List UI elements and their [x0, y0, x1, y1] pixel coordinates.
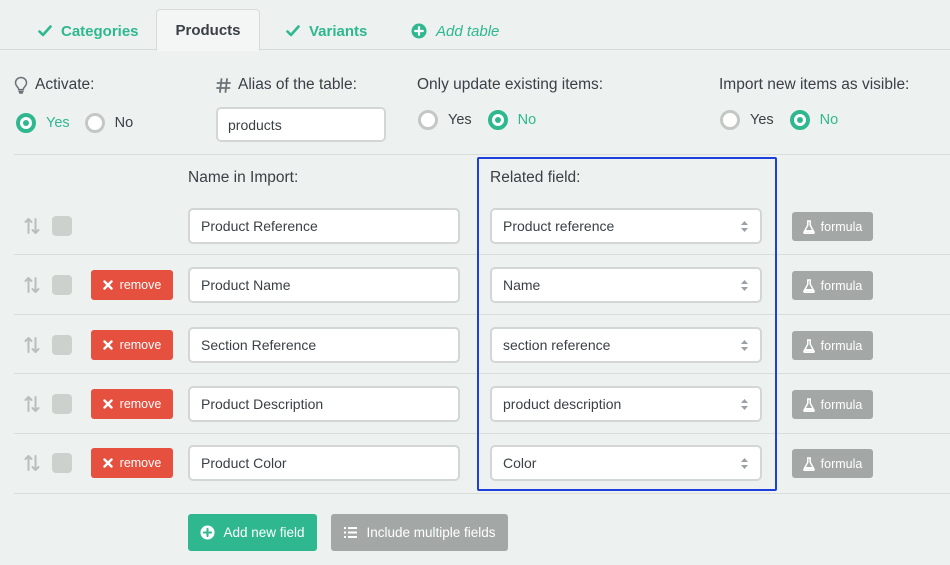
- field-row: Product Reference Product reference form…: [0, 206, 950, 266]
- name-in-import-input[interactable]: Section Reference: [188, 327, 460, 363]
- select-arrows-icon: [740, 339, 749, 352]
- row-checkbox[interactable]: [52, 275, 72, 295]
- name-in-import-input[interactable]: Product Reference: [188, 208, 460, 244]
- tab-label: Variants: [309, 22, 368, 40]
- tab-label: Categories: [61, 22, 139, 40]
- close-icon: [102, 280, 113, 290]
- field-row: remove Section Reference section referen…: [0, 325, 950, 385]
- add-new-field-button[interactable]: Add new field: [188, 514, 317, 551]
- flask-icon: [802, 456, 815, 471]
- related-field-select[interactable]: Product reference: [490, 208, 762, 244]
- close-icon: [102, 340, 113, 350]
- flask-icon: [802, 338, 815, 353]
- tab-categories[interactable]: Categories: [38, 12, 139, 50]
- alias-label: Alias of the table:: [216, 76, 357, 94]
- import-visible-no-label[interactable]: No: [820, 112, 839, 128]
- related-field-value: section reference: [503, 337, 611, 353]
- name-in-import-input[interactable]: Product Description: [188, 386, 460, 422]
- plus-circle-icon: [411, 23, 427, 39]
- related-field-select[interactable]: Color: [490, 445, 762, 481]
- import-visible-yes-label[interactable]: Yes: [750, 112, 774, 128]
- flask-icon: [802, 397, 815, 412]
- divider: [14, 314, 950, 315]
- formula-button[interactable]: formula: [792, 390, 873, 419]
- row-checkbox[interactable]: [52, 453, 72, 473]
- close-icon: [102, 458, 113, 468]
- tab-variants[interactable]: Variants: [286, 12, 367, 50]
- activate-yes-label[interactable]: Yes: [46, 115, 70, 131]
- tab-label: Add table: [436, 22, 500, 40]
- import-visible-yes-radio[interactable]: [720, 110, 740, 130]
- related-field-value: product description: [503, 396, 622, 412]
- remove-button[interactable]: remove: [91, 270, 173, 300]
- formula-button[interactable]: formula: [792, 449, 873, 478]
- only-update-yes-label[interactable]: Yes: [448, 112, 472, 128]
- select-arrows-icon: [740, 279, 749, 292]
- activate-no-label[interactable]: No: [115, 115, 134, 131]
- sort-icon[interactable]: [24, 217, 40, 235]
- check-icon: [38, 25, 52, 37]
- field-row: remove Product Name Name formula: [0, 265, 950, 325]
- activate-yes-radio[interactable]: [16, 113, 36, 133]
- check-icon: [286, 25, 300, 37]
- divider: [14, 254, 950, 255]
- import-visible-no-radio[interactable]: [789, 110, 810, 130]
- row-checkbox[interactable]: [52, 216, 72, 236]
- tab-add-table[interactable]: Add table: [411, 12, 499, 50]
- only-update-yes-radio[interactable]: [418, 110, 438, 130]
- remove-button[interactable]: remove: [91, 389, 173, 419]
- name-in-import-input[interactable]: Product Name: [188, 267, 460, 303]
- row-checkbox[interactable]: [52, 394, 72, 414]
- sort-icon[interactable]: [24, 336, 40, 354]
- divider: [14, 433, 950, 434]
- list-icon: [343, 526, 358, 539]
- flask-icon: [802, 219, 815, 234]
- related-field-header: Related field:: [490, 169, 581, 186]
- tab-label: Products: [175, 21, 241, 39]
- tab-bar: Categories Products Variants Add table: [0, 0, 950, 51]
- tab-products[interactable]: Products: [156, 9, 260, 51]
- import-visible-radio-group: Yes No: [720, 110, 838, 130]
- related-field-select[interactable]: Name: [490, 267, 762, 303]
- activate-no-radio[interactable]: [84, 113, 105, 133]
- remove-button[interactable]: remove: [91, 448, 173, 478]
- lightbulb-icon: [14, 76, 28, 94]
- sort-icon[interactable]: [24, 276, 40, 294]
- plus-circle-icon: [200, 525, 215, 540]
- flask-icon: [802, 278, 815, 293]
- hash-icon: [216, 77, 231, 93]
- only-update-no-radio[interactable]: [487, 110, 508, 130]
- related-field-select[interactable]: section reference: [490, 327, 762, 363]
- include-multiple-fields-button[interactable]: Include multiple fields: [331, 514, 508, 551]
- only-update-radio-group: Yes No: [418, 110, 536, 130]
- field-row: remove Product Color Color formula: [0, 443, 950, 503]
- activate-label: Activate:: [14, 76, 94, 94]
- select-arrows-icon: [740, 220, 749, 233]
- formula-button[interactable]: formula: [792, 271, 873, 300]
- alias-input[interactable]: [216, 107, 386, 142]
- close-icon: [102, 399, 113, 409]
- divider: [14, 493, 950, 494]
- select-arrows-icon: [740, 457, 749, 470]
- divider: [14, 154, 950, 155]
- name-in-import-input[interactable]: Product Color: [188, 445, 460, 481]
- row-checkbox[interactable]: [52, 335, 72, 355]
- import-visible-label: Import new items as visible:: [719, 76, 910, 93]
- only-update-label: Only update existing items:: [417, 76, 604, 93]
- sort-icon[interactable]: [24, 395, 40, 413]
- select-arrows-icon: [740, 398, 749, 411]
- formula-button[interactable]: formula: [792, 331, 873, 360]
- sort-icon[interactable]: [24, 454, 40, 472]
- field-row: remove Product Description product descr…: [0, 384, 950, 444]
- only-update-no-label[interactable]: No: [518, 112, 537, 128]
- related-field-value: Product reference: [503, 218, 615, 234]
- remove-button[interactable]: remove: [91, 330, 173, 360]
- related-field-select[interactable]: product description: [490, 386, 762, 422]
- divider: [14, 373, 950, 374]
- formula-button[interactable]: formula: [792, 212, 873, 241]
- related-field-value: Color: [503, 455, 537, 471]
- related-field-value: Name: [503, 277, 541, 293]
- activate-radio-group: Yes No: [16, 113, 133, 133]
- name-in-import-header: Name in Import:: [188, 169, 299, 186]
